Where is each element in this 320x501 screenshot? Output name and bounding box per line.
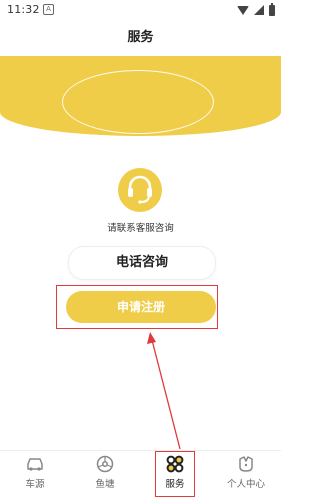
tab-profile[interactable]: 个人中心 xyxy=(218,455,274,499)
tab-label: 个人中心 xyxy=(226,479,265,490)
car-icon xyxy=(27,458,43,471)
tab-label: 车源 xyxy=(25,479,45,490)
tab-fishpond[interactable]: 鱼塘 xyxy=(80,455,130,499)
headset-icon xyxy=(118,168,162,212)
bottom-tab-bar: 车源 鱼塘 服务 个人中心 xyxy=(0,450,281,501)
status-bar: 11:32 A xyxy=(0,0,281,20)
battery-icon xyxy=(269,2,275,16)
annotation-highlight-service-tab xyxy=(155,451,195,497)
page-title: 服务 xyxy=(127,30,154,45)
tab-label: 鱼塘 xyxy=(95,479,115,490)
status-icons xyxy=(237,2,275,16)
profile-icon xyxy=(239,456,253,472)
banner-ellipse-decoration xyxy=(62,70,214,134)
tab-car-source[interactable]: 车源 xyxy=(10,455,60,499)
contact-prompt: 请联系客服咨询 xyxy=(107,223,174,234)
fishpond-icon xyxy=(96,455,114,473)
phone-consult-button[interactable]: 电话咨询 xyxy=(68,246,216,280)
apply-register-button[interactable]: 申请注册 xyxy=(66,291,216,323)
header-banner xyxy=(0,56,281,136)
notification-icon: A xyxy=(43,4,54,15)
status-time: 11:32 xyxy=(7,3,40,16)
wifi-icon xyxy=(237,5,249,15)
signal-icon xyxy=(254,5,264,15)
